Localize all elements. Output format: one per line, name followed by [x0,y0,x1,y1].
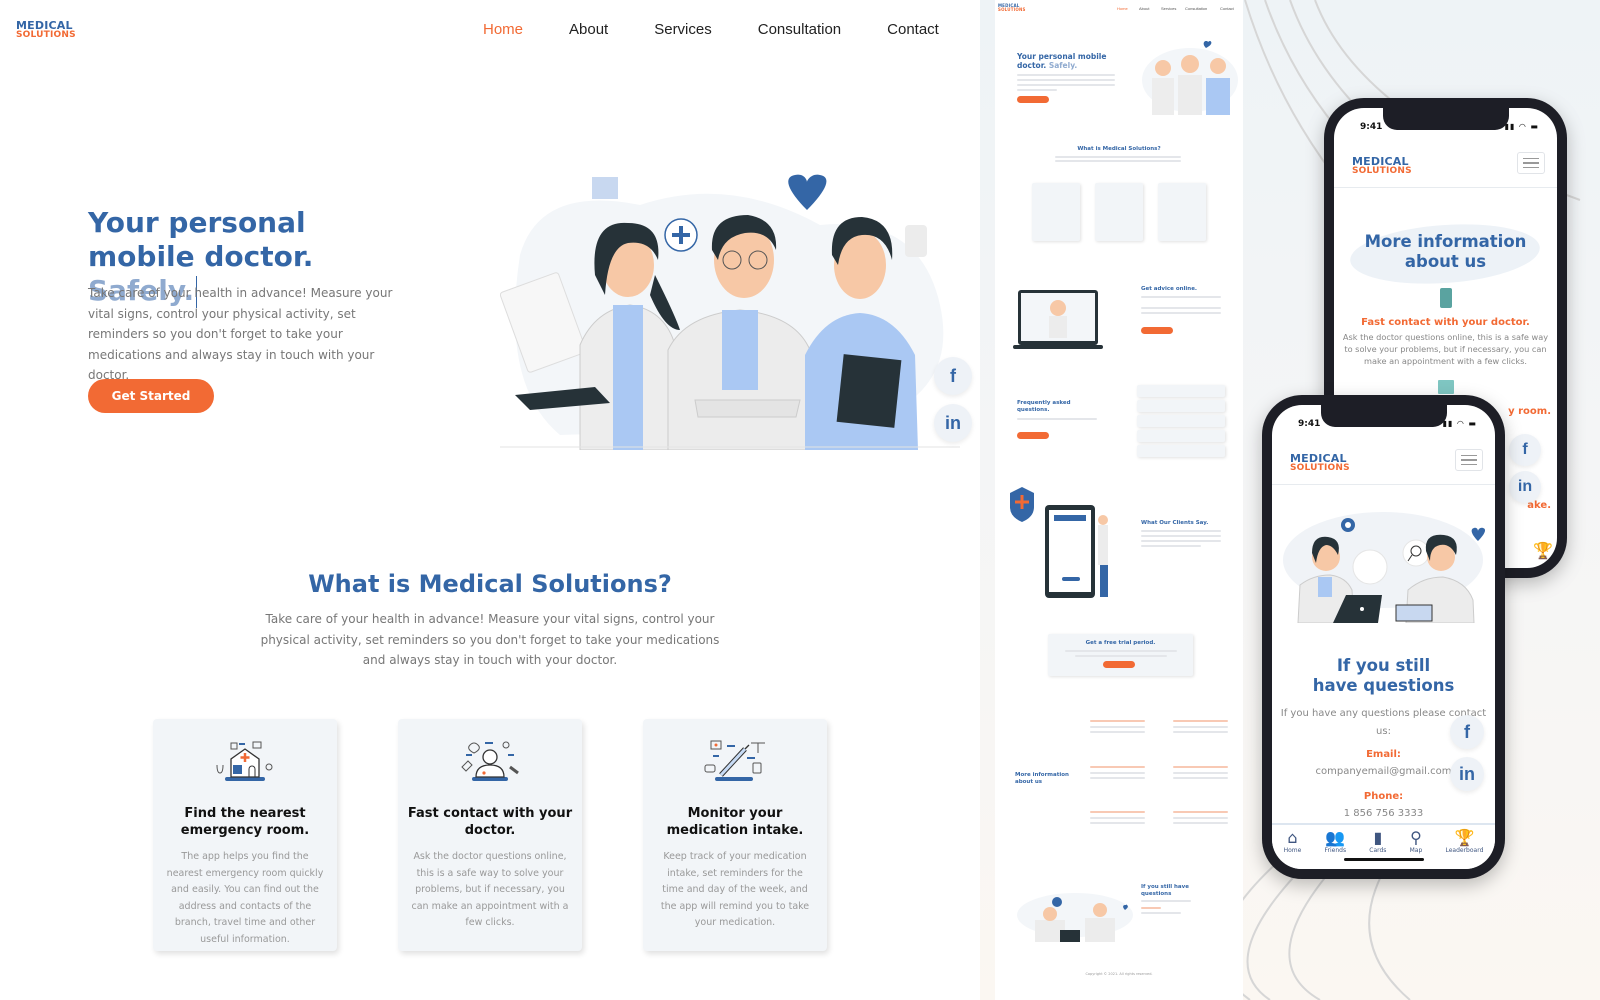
hero-title-main: Your personal mobile doctor. [88,206,314,273]
facebook-icon: f [950,365,956,386]
facebook-button[interactable]: f [1509,434,1541,466]
status-time: 9:41 [1360,122,1383,132]
syringe-icon [701,739,769,785]
info-title: More information about us [1364,232,1527,271]
feature-text: Ask the doctor questions online, this is… [1342,332,1549,366]
thumb-advice-title: Get advice online. [1141,286,1198,292]
feature-card: Fast contact with your doctor. Ask the d… [398,719,582,951]
thumb-hero-title: Your personal mobile doctor. Safely. [1017,52,1107,70]
thumb-about-title: What is Medical Solutions? [1077,146,1161,152]
facebook-icon: f [1464,721,1470,742]
lab-doctors-illustration [1283,512,1486,623]
hero-description: Take care of your health in advance! Mea… [88,286,393,382]
feature-title: Find the nearest emergency room. [180,806,310,838]
cards-icon: ▮ [1373,828,1383,847]
phone-notch [1382,108,1509,130]
linkedin-button[interactable]: in [1450,757,1484,791]
status-icons: ▮▮ ◠ ▬ [1504,122,1539,131]
thumb-clients-title: What Our Clients Say. [1141,520,1209,526]
home-indicator [1343,858,1424,861]
nav-consultation[interactable]: Consultation [758,21,841,38]
doctors-illustration [500,165,960,450]
thumb-faq-title: Frequently asked questions. [1017,400,1071,413]
phone-screen: 9:41 ▮▮ ◠ ▬ MEDICAL SOLUTIONS If you sti… [1272,405,1495,869]
feature-title: Fast contact with your doctor. [407,806,573,838]
home-icon: ⌂ [1287,828,1298,847]
about-description: Take care of your health in advance! Mea… [260,612,720,667]
mobile-header: MEDICAL SOLUTIONS [1334,138,1557,188]
doctor-icon [456,739,524,785]
nav-home[interactable]: Home [483,21,523,38]
trophy-icon: 🏆 [1454,828,1475,847]
facebook-button[interactable]: f [1450,715,1484,749]
thumb-contact-title: If you still have questions [1141,884,1189,897]
facebook-icon: f [1522,441,1528,458]
get-started-button[interactable]: Get Started [88,379,214,413]
about-title: What is Medical Solutions? [308,570,672,598]
logo-line2: SOLUTIONS [16,30,76,40]
thumb-card [1158,183,1206,241]
tab-map[interactable]: ⚲ Map [1410,825,1423,869]
mobile-logo[interactable]: MEDICAL SOLUTIONS [1290,453,1350,473]
friends-icon: 👥 [1325,828,1346,847]
thumb-card [1032,183,1080,241]
thumb-trial-title: Get a free trial period. [1085,640,1156,646]
nav-services[interactable]: Services [654,21,712,38]
hamburger-menu-icon[interactable] [1455,449,1483,471]
linkedin-icon: in [1517,478,1533,495]
linkedin-button[interactable]: in [1509,471,1541,503]
map-pin-icon: ⚲ [1410,828,1422,847]
linkedin-icon: in [945,412,961,433]
mobile-header: MEDICAL SOLUTIONS [1272,435,1495,485]
thumb-logo: MEDICAL SOLUTIONS [998,3,1026,12]
status-time: 9:41 [1298,419,1321,429]
hamburger-menu-icon[interactable] [1517,152,1545,174]
linkedin-icon: in [1459,763,1475,784]
nav-contact[interactable]: Contact [887,21,939,38]
tab-leaderboard[interactable]: 🏆 Leaderboard [1445,825,1483,869]
thumb-info-title: More information about us [1015,772,1069,785]
bottom-tab-bar: ⌂ Home 👥 Friends ▮ Cards ⚲ Map 🏆 Leaderboard [1272,823,1495,869]
phone-mockup-contact: 9:41 ▮▮ ◠ ▬ MEDICAL SOLUTIONS If you sti… [1262,395,1505,879]
hospital-icon [1438,380,1454,394]
tab-friends[interactable]: 👥 Friends [1325,825,1347,869]
feature-title: Fast contact with your doctor. [1361,317,1530,328]
full-page-thumbnail: MEDICAL SOLUTIONS Home About Services Co… [995,0,1243,1000]
thumb-doctors-illustration [1142,41,1238,115]
showcase-canvas: MEDICAL SOLUTIONS Home About Services Co… [0,0,1600,1000]
facebook-button[interactable]: f [934,357,972,395]
thumb-laptop-illustration [1013,290,1103,349]
thumb-card [1095,183,1143,241]
trophy-icon[interactable]: 🏆 [1533,541,1553,560]
feature-text: The app helps you find the nearest emerg… [166,851,324,945]
phone-value[interactable]: 1 856 756 3333 [1272,808,1495,819]
phone-label: Phone: [1363,791,1404,802]
main-nav: Home About Services Consultation Contact [483,21,985,38]
tab-home[interactable]: ⌂ Home [1284,825,1302,869]
feature-card: Monitor your medication intake. Keep tra… [643,719,827,951]
status-icons: ▮▮ ◠ ▬ [1442,419,1477,428]
brand-logo[interactable]: MEDICAL SOLUTIONS [16,20,76,40]
tab-cards[interactable]: ▮ Cards [1369,825,1386,869]
thumb-lab-illustration [1017,893,1133,942]
feature-title: Monitor your medication intake. [666,806,804,838]
thumb-tablet-illustration [1010,487,1108,598]
phone-notch [1320,405,1447,427]
linkedin-button[interactable]: in [934,404,972,442]
partial-feature-title: y room. [1508,406,1551,417]
thumb-copyright: Copyright © 2021. All rights reserved. [1085,972,1153,976]
desktop-page: MEDICAL SOLUTIONS Home About Services Co… [0,0,980,1000]
doctor-avatar-icon [1440,288,1452,308]
contact-title: If you still have questions [1312,656,1455,695]
feature-card: Find the nearest emergency room. The app… [153,719,337,951]
feature-text: Keep track of your medication intake, se… [660,851,810,928]
mobile-logo[interactable]: MEDICAL SOLUTIONS [1352,156,1412,176]
hospital-icon [211,739,279,785]
nav-about[interactable]: About [569,21,608,38]
feature-text: Ask the doctor questions online, this is… [411,851,569,928]
